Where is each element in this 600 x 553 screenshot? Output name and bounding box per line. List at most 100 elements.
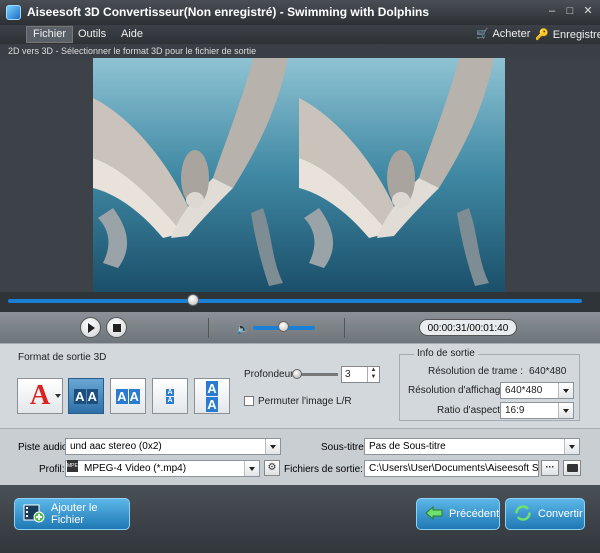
aspect-ratio-label: Ratio d'aspect: [437,405,503,416]
display-resolution-label: Résolution d'affichage : [408,385,512,396]
folder-icon [566,464,578,472]
side-by-side-half-icon: AA [74,388,98,404]
profile-label: Profil: [39,464,65,475]
previous-button[interactable]: Précédent [416,498,500,530]
seek-handle[interactable] [187,294,199,306]
preview-area [0,58,600,292]
buy-label: Acheter [492,28,531,40]
chevron-down-icon [558,403,573,418]
anaglyph-icon: A [29,380,51,411]
video-preview-right [299,58,505,292]
add-file-icon [23,503,45,526]
side-by-side-full-icon: AA [116,388,140,404]
depth-track[interactable] [298,373,338,376]
footer-bar: Ajouter le Fichier Précédent Convertir [0,485,600,553]
frame-resolution-value: 640*480 [529,366,567,377]
seek-bar[interactable] [0,292,600,312]
cart-icon: 🛒 [476,28,489,40]
spinner-arrows-icon[interactable]: ▲ ▼ [367,367,379,382]
gear-icon: ⚙ [267,462,277,473]
chevron-down-icon [244,461,259,476]
depth-value: 3 [345,369,351,380]
divider [208,318,209,338]
stop-button[interactable] [106,317,127,338]
output-path-field[interactable]: C:\Users\User\Documents\Aiseesoft Studio… [364,460,539,477]
frame-resolution-label: Résolution de trame : [428,366,524,377]
top-bottom-full-icon: AA [206,380,218,412]
side-by-side-half-button[interactable]: AA [68,378,104,414]
close-icon[interactable]: ✕ [580,3,596,19]
chevron-down-icon[interactable] [55,394,61,398]
buy-link[interactable]: 🛒 Acheter [476,28,530,40]
video-preview-left [93,58,299,292]
register-link[interactable]: 🔑 Enregistrer [535,28,600,42]
title-bar: Aiseesoft 3D Convertisseur(Non enregistr… [0,0,600,25]
profile-settings-button[interactable]: ⚙ [264,460,280,476]
audio-track-label: Piste audio: [18,442,71,453]
display-resolution-value: 640*480 [505,385,543,396]
step-header-text: 2D vers 3D - Sélectionner le format 3D p… [8,46,257,56]
chevron-down-icon [558,383,573,398]
key-icon: 🔑 [535,29,549,41]
add-file-label: Ajouter le Fichier [51,502,98,526]
volume-icon[interactable]: 🔈 [236,322,250,335]
window-title: Aiseesoft 3D Convertisseur(Non enregistr… [27,5,430,19]
minimize-icon[interactable]: – [544,3,560,19]
register-label: Enregistrer [552,28,600,41]
swap-lr-checkbox[interactable] [244,396,254,406]
chevron-down-icon [265,439,280,454]
format-3d-panel: Format de sortie 3D A AA AA AA AA Profon… [0,343,600,429]
play-button[interactable] [80,317,101,338]
side-by-side-full-button[interactable]: AA [110,378,146,414]
convert-label: Convertir [538,508,583,520]
swap-lr-label: Permuter l'image L/R [258,396,352,407]
audio-track-select[interactable]: und aac stereo (0x2) [65,438,281,455]
profile-select[interactable]: MPEG-4 Video (*.mp4) [65,460,260,477]
top-bottom-half-button[interactable]: AA [152,378,188,414]
stop-icon [112,323,121,332]
open-folder-button[interactable] [563,460,581,476]
arrow-left-icon [425,505,443,523]
app-window: Aiseesoft 3D Convertisseur(Non enregistr… [0,0,600,553]
convert-button[interactable]: Convertir [505,498,585,530]
app-logo-icon [6,5,21,20]
menu-outils[interactable]: Outils [78,28,106,40]
top-bottom-half-icon: AA [166,388,174,404]
top-bottom-full-button[interactable]: AA [194,378,230,414]
menu-bar: Fichier Outils Aide 🛒 Acheter 🔑 Enregist… [0,25,600,44]
previous-label: Précédent [449,508,500,520]
menu-aide[interactable]: Aide [121,28,143,40]
aspect-ratio-value: 16:9 [505,405,525,416]
output-info-group: Info de sortie Résolution de trame : 640… [399,348,580,421]
playback-controls: 🔈 00:00:31/00:01:40 [0,312,600,343]
subtitle-label: Sous-titre: [321,442,367,453]
time-display: 00:00:31/00:01:40 [419,319,517,336]
browse-button[interactable]: ··· [541,460,559,476]
subtitle-select[interactable]: Pas de Sous-titre [364,438,580,455]
chevron-down-icon [564,439,579,454]
divider [344,318,345,338]
depth-label: Profondeur: [244,369,297,380]
play-icon [88,322,95,333]
menu-fichier[interactable]: Fichier [26,26,74,43]
add-file-button[interactable]: Ajouter le Fichier [14,498,130,530]
output-path-value: C:\Users\User\Documents\Aiseesoft Studio… [369,463,539,474]
depth-spinner[interactable]: 3 ▲ ▼ [341,366,380,383]
step-header: 2D vers 3D - Sélectionner le format 3D p… [0,44,600,58]
more-icon: ··· [545,462,555,472]
depth-slider-handle[interactable] [292,369,302,379]
profile-value: MPEG-4 Video (*.mp4) [84,463,187,474]
maximize-icon[interactable]: □ [562,3,578,19]
subtitle-value: Pas de Sous-titre [369,441,446,452]
output-folder-label: Fichiers de sortie: [284,464,363,475]
volume-handle[interactable] [278,321,289,332]
audio-track-value: und aac stereo (0x2) [70,441,162,452]
aspect-ratio-select[interactable]: 16:9 [500,402,574,419]
output-info-title: Info de sortie [414,348,478,359]
format-3d-label: Format de sortie 3D [18,352,107,363]
seek-track[interactable] [8,299,582,303]
output-settings-panel: Piste audio: und aac stereo (0x2) Sous-t… [0,428,600,486]
window-controls: – □ ✕ [544,3,596,19]
convert-icon [514,504,532,525]
display-resolution-select[interactable]: 640*480 [500,382,574,399]
